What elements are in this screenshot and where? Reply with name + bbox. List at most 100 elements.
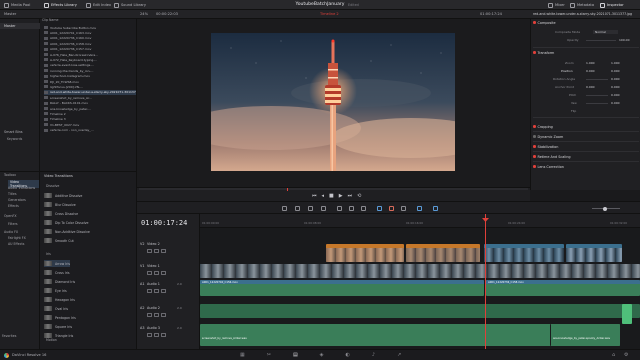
effects-library-button[interactable]: Effects Library — [44, 2, 77, 8]
track-header-v2[interactable]: V2 Video 2 — [137, 242, 200, 258]
media-pool-clip[interactable]: A-072_Hale_Keyboard-typing-... — [44, 57, 136, 62]
media-pool-clip[interactable]: highschool-Instagram.mov — [44, 74, 136, 79]
transition-item[interactable]: Cross Dissolve — [44, 210, 78, 217]
effects-category-item[interactable]: AU Effects — [8, 242, 24, 246]
inspector-section-dynamic-zoom[interactable]: Dynamic Zoom — [533, 134, 639, 139]
replace-clip-icon[interactable] — [361, 206, 366, 211]
mute-icon[interactable] — [161, 313, 166, 317]
enabled-dot-icon[interactable] — [533, 145, 536, 148]
auto-select-icon[interactable] — [154, 333, 159, 337]
enabled-dot-icon[interactable] — [533, 165, 536, 168]
flag-icon[interactable] — [417, 206, 422, 211]
effects-category-item[interactable]: Audio FX — [4, 230, 18, 234]
auto-select-icon[interactable] — [154, 313, 159, 317]
transition-item[interactable]: Additive Dissolve — [44, 192, 82, 199]
title-clip[interactable] — [406, 244, 480, 262]
timeline-playhead[interactable] — [485, 214, 486, 349]
auto-select-icon[interactable] — [154, 249, 159, 253]
effects-category-item[interactable]: Titles — [8, 192, 17, 196]
edit-index-button[interactable]: Edit Index — [86, 2, 111, 8]
dynamic-trim-icon[interactable] — [308, 206, 313, 211]
inspector-section-stabilization[interactable]: Stabilization — [533, 144, 639, 149]
mixer-button[interactable]: Mixer — [548, 2, 565, 8]
track-header-a1[interactable]: A1 Audio 1 2.0 — [137, 282, 200, 298]
transition-item[interactable]: Diamond Iris — [44, 278, 75, 285]
track-header-a2[interactable]: A2 Audio 2 2.0 — [137, 306, 200, 322]
fairlight-page-icon[interactable]: ♪ — [372, 352, 375, 358]
smart-bin-keywords[interactable]: Keywords — [7, 137, 22, 141]
settings-icon[interactable]: ⚙ — [624, 352, 628, 358]
media-pool-button[interactable]: Media Pool — [4, 2, 30, 8]
pitch-value[interactable]: 0.000 — [611, 93, 620, 97]
snapping-icon[interactable] — [377, 206, 382, 211]
step-back-icon[interactable]: ◂ — [322, 193, 325, 199]
go-to-start-icon[interactable]: ⏮ — [312, 193, 317, 199]
video-2-clip[interactable] — [566, 244, 622, 262]
deliver-page-icon[interactable]: ↗ — [397, 352, 401, 358]
clip-name-header[interactable]: Clip Name — [42, 18, 58, 22]
disabled-dot-icon[interactable] — [533, 135, 536, 138]
edit-page-icon[interactable]: ▤ — [293, 352, 298, 358]
zoom-y-value[interactable]: 1.000 — [611, 61, 620, 65]
enabled-dot-icon[interactable] — [533, 21, 536, 24]
media-pool-clip[interactable]: lightfocus-[200]-VN-... — [44, 84, 136, 89]
position-lock-icon[interactable] — [401, 206, 406, 211]
zoom-x-value[interactable]: 1.000 — [586, 61, 595, 65]
viewer-playhead[interactable] — [287, 188, 288, 191]
mute-icon[interactable] — [161, 271, 166, 275]
effects-category-item[interactable]: Audio Transitions — [8, 186, 35, 190]
inspector-section-retime[interactable]: Retime And Scaling — [533, 154, 639, 159]
anchor-y-value[interactable]: 0.000 — [611, 85, 620, 89]
transition-item[interactable]: Smooth Cut — [44, 237, 74, 244]
rotation-value[interactable]: 0.000 — [611, 77, 620, 81]
audio-3-clip[interactable]: ans-knowledge_by_peter-spooky_Ar4ier.wav — [550, 324, 620, 346]
mute-icon[interactable] — [161, 289, 166, 293]
media-pool-clip[interactable]: A001_12220736_C157.mov — [44, 47, 136, 52]
track-header-v1[interactable]: V1 Video 1 — [137, 264, 200, 280]
mute-icon[interactable] — [161, 333, 166, 337]
timeline-selector[interactable]: Timeline 2 — [320, 12, 339, 16]
enabled-dot-icon[interactable] — [533, 51, 536, 54]
fusion-page-icon[interactable]: ◈ — [320, 352, 324, 358]
go-to-end-icon[interactable]: ⏭ — [348, 193, 353, 199]
transition-item[interactable]: Dip To Color Dissolve — [44, 219, 88, 226]
audio-1-clip[interactable]: A001_12220736_C158.mov — [486, 280, 640, 296]
anchor-x-value[interactable]: 0.000 — [586, 85, 595, 89]
inspector-button[interactable]: Inspector — [600, 2, 624, 8]
insert-clip-icon[interactable] — [337, 206, 342, 211]
media-pool-clip[interactable]: RALLY - BACKS-0101.mov — [44, 101, 136, 106]
opacity-slider[interactable] — [586, 40, 616, 41]
effects-category-item[interactable]: Generators — [8, 198, 26, 202]
media-pool-clip[interactable]: screenshot_by_remove_Ar... — [44, 95, 136, 100]
effects-category-item[interactable]: Favorites — [2, 334, 16, 338]
home-icon[interactable]: ⌂ — [612, 352, 615, 358]
marker-icon[interactable] — [433, 206, 438, 211]
linked-selection-icon[interactable] — [389, 206, 394, 211]
inspector-section-lens-correction[interactable]: Lens Correction — [533, 164, 639, 169]
media-pool-clip[interactable]: running-the-trends_by_ion-... — [44, 68, 136, 73]
effects-category-item[interactable]: OpenFX — [4, 214, 17, 218]
enabled-dot-icon[interactable] — [533, 125, 536, 128]
blade-tool-icon[interactable] — [321, 206, 326, 211]
audio-2-clip[interactable] — [200, 304, 640, 318]
opacity-value[interactable]: 100.00 — [619, 38, 630, 42]
media-pool-clip[interactable]: A001_12220741_C163.mov — [44, 30, 136, 35]
loop-icon[interactable]: ⟲ — [357, 193, 361, 199]
inspector-section-composite[interactable]: Composite — [533, 20, 639, 25]
title-clip[interactable] — [326, 244, 404, 262]
transition-item[interactable]: Arrow Iris — [44, 260, 71, 267]
play-icon[interactable]: ▶ — [339, 193, 343, 199]
inspector-section-cropping[interactable]: Cropping — [533, 124, 639, 129]
sound-library-button[interactable]: Sound Library — [114, 2, 146, 8]
lock-icon[interactable] — [147, 271, 152, 275]
lock-icon[interactable] — [147, 289, 152, 293]
audio-level-clip[interactable] — [622, 304, 632, 324]
composite-mode-select[interactable]: Normal — [593, 30, 618, 34]
media-pool-clip[interactable]: V1-BEST_0027.mov — [44, 122, 136, 127]
transition-item[interactable]: Blur Dissolve — [44, 201, 76, 208]
overwrite-clip-icon[interactable] — [349, 206, 354, 211]
auto-select-icon[interactable] — [154, 289, 159, 293]
bin-master[interactable]: Master — [4, 24, 16, 28]
transition-item[interactable]: Non-Additive Dissolve — [44, 228, 90, 235]
yaw-value[interactable]: 0.000 — [611, 101, 620, 105]
